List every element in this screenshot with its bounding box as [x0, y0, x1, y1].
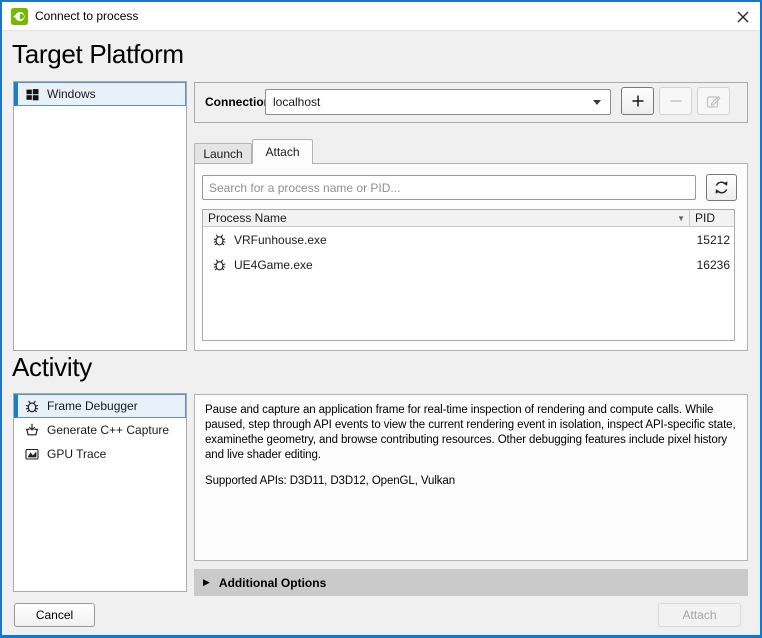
activity-item-label: Frame Debugger — [47, 399, 138, 413]
connection-combobox[interactable]: localhost — [265, 89, 611, 115]
titlebar: Connect to process — [2, 2, 760, 31]
platform-item-windows[interactable]: Windows — [14, 82, 186, 106]
refresh-icon — [713, 179, 730, 196]
activity-description-panel: Pause and capture an application frame f… — [194, 394, 748, 561]
activity-item-label: Generate C++ Capture — [47, 423, 169, 437]
process-row-vrfunhouse[interactable]: VRFunhouse.exe 15212 — [203, 227, 734, 252]
edit-pencil-icon — [705, 93, 722, 110]
minus-icon — [668, 93, 684, 109]
process-name: UE4Game.exe — [234, 258, 313, 272]
process-name: VRFunhouse.exe — [234, 233, 327, 247]
activity-item-label: GPU Trace — [47, 447, 106, 461]
activity-list: Frame Debugger Generate C++ Capture GP — [13, 393, 187, 592]
column-header-pid[interactable]: PID — [690, 211, 734, 225]
process-table: Process Name ▼ PID — [202, 209, 735, 341]
pid-header-label: PID — [695, 211, 715, 225]
expander-arrow-icon: ▶ — [203, 577, 210, 588]
connection-value: localhost — [266, 95, 593, 109]
column-header-process-name[interactable]: Process Name ▼ — [203, 210, 690, 226]
edit-connection-button[interactable] — [697, 87, 730, 115]
process-table-header: Process Name ▼ PID — [203, 210, 734, 227]
attach-tab-panel: Process Name ▼ PID — [194, 163, 748, 351]
activity-item-generate-cpp-capture[interactable]: Generate C++ Capture — [14, 418, 186, 442]
process-name-header-label: Process Name — [208, 211, 287, 225]
trace-chart-icon — [24, 446, 40, 462]
refresh-button[interactable] — [706, 174, 737, 201]
window-title: Connect to process — [35, 2, 138, 31]
connection-group: Connection: localhost — [194, 82, 748, 123]
connect-to-process-window: Connect to process Target Platform Windo… — [0, 0, 762, 638]
add-connection-button[interactable] — [621, 87, 654, 115]
process-pid: 16236 — [690, 258, 734, 272]
chevron-down-icon — [593, 100, 601, 105]
supported-apis: Supported APIs: D3D11, D3D12, OpenGL, Vu… — [205, 474, 737, 489]
bug-icon — [212, 232, 227, 247]
attach-button[interactable]: Attach — [658, 603, 741, 627]
additional-options-label: Additional Options — [219, 576, 326, 590]
bug-icon — [24, 398, 40, 414]
additional-options-expander[interactable]: ▶ Additional Options — [194, 569, 748, 596]
activity-heading: Activity — [12, 352, 92, 382]
close-icon — [737, 11, 749, 23]
plus-icon — [630, 93, 646, 109]
windows-icon — [24, 86, 40, 102]
nvidia-logo-icon — [11, 8, 28, 25]
tab-launch-label: Launch — [203, 147, 242, 161]
bug-icon — [212, 257, 227, 272]
close-button[interactable] — [734, 9, 752, 25]
process-pid: 15212 — [690, 233, 734, 247]
process-search-input[interactable] — [202, 175, 696, 200]
platform-item-label: Windows — [47, 87, 96, 101]
remove-connection-button[interactable] — [659, 87, 692, 115]
tab-launch[interactable]: Launch — [194, 143, 252, 163]
tab-attach[interactable]: Attach — [252, 139, 313, 164]
cancel-button[interactable]: Cancel — [14, 603, 95, 627]
tab-attach-label: Attach — [265, 145, 299, 159]
activity-description: Pause and capture an application frame f… — [205, 403, 737, 463]
process-row-ue4game[interactable]: UE4Game.exe 16236 — [203, 252, 734, 277]
platform-list: Windows — [13, 81, 187, 351]
activity-item-gpu-trace[interactable]: GPU Trace — [14, 442, 186, 466]
activity-item-frame-debugger[interactable]: Frame Debugger — [14, 394, 186, 418]
sort-descending-icon: ▼ — [677, 214, 685, 223]
target-platform-heading: Target Platform — [12, 39, 184, 69]
capture-install-icon — [24, 422, 40, 438]
